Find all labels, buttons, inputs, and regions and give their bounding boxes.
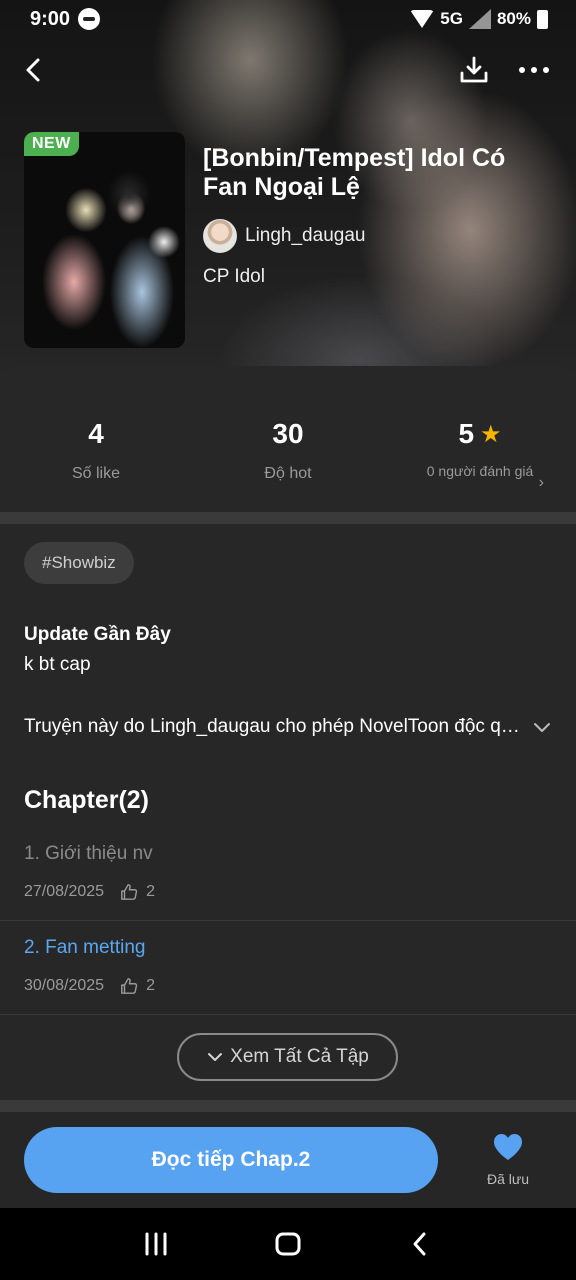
status-time: 9:00 — [30, 7, 71, 30]
permission-text: Truyện này do Lingh_daugau cho phép Nove… — [24, 716, 524, 737]
section-divider — [0, 1100, 576, 1112]
home-icon — [275, 1232, 301, 1256]
cover-image[interactable] — [24, 132, 185, 348]
author-name[interactable]: Lingh_daugau — [245, 225, 365, 247]
chapter-meta: 30/08/2025 2 — [24, 977, 155, 995]
system-nav-bar — [0, 1208, 576, 1280]
do-not-disturb-icon — [78, 8, 101, 30]
battery-icon — [537, 9, 548, 29]
stat-likes: 4 Số like — [0, 416, 192, 483]
continue-reading-button[interactable]: Đọc tiếp Chap.2 — [24, 1127, 438, 1193]
download-button[interactable] — [452, 48, 496, 92]
status-indicators: 5G 80% — [410, 0, 548, 38]
saved-label: Đã lưu — [486, 1171, 530, 1187]
recents-icon — [145, 1232, 167, 1256]
chapter-title: 1. Giới thiệu nv — [24, 843, 153, 864]
see-all-label: Xem Tất Cả Tập — [230, 1046, 369, 1067]
chevron-down-icon[interactable] — [530, 716, 554, 740]
bottom-action-bar: Đọc tiếp Chap.2 Đã lưu — [0, 1112, 576, 1208]
likes-label: Số like — [71, 465, 121, 482]
thumb-up-icon — [121, 884, 138, 900]
back-icon — [26, 58, 40, 82]
download-icon — [460, 56, 488, 83]
chapter-title: 2. Fan metting — [24, 937, 146, 958]
signal-icon — [468, 9, 491, 29]
home-button[interactable] — [268, 1226, 308, 1262]
author-avatar[interactable] — [203, 219, 237, 253]
battery-percent: 80% — [496, 9, 531, 28]
more-button[interactable] — [512, 48, 556, 92]
chapter-date: 27/08/2025 — [24, 883, 105, 900]
new-badge: NEW — [24, 132, 79, 156]
update-title: Update Gần Đây — [24, 624, 171, 645]
back-button[interactable] — [12, 48, 56, 92]
recents-button[interactable] — [136, 1226, 176, 1262]
network-type: 5G — [440, 9, 463, 28]
update-text: k bt cap — [24, 654, 91, 675]
likes-value: 4 — [88, 418, 104, 449]
chapter-likes: 2 — [146, 883, 155, 900]
top-actions — [0, 48, 576, 92]
stat-hot: 30 Độ hot — [192, 416, 384, 483]
hot-label: Độ hot — [264, 465, 312, 482]
rating-label: 0 người đánh giá — [426, 463, 534, 479]
chapter-likes: 2 — [146, 977, 155, 994]
stats-row: 4 Số like 30 Độ hot 5 ★ 0 người đánh giá… — [0, 366, 576, 512]
rating-value: 5 — [458, 418, 475, 449]
thumb-up-icon — [121, 978, 138, 994]
status-bar: 9:00 5G 80% — [0, 0, 576, 38]
chevron-right-icon[interactable]: › — [539, 474, 544, 492]
nav-back-icon — [413, 1232, 426, 1256]
chapter-item[interactable]: 2. Fan metting 30/08/2025 2 — [0, 921, 576, 1015]
chapter-heading: Chapter(2) — [24, 786, 150, 814]
story-category[interactable]: CP Idol — [203, 266, 265, 288]
section-divider — [0, 512, 576, 524]
nav-back-button[interactable] — [400, 1226, 440, 1262]
chapter-item[interactable]: 1. Giới thiệu nv 27/08/2025 2 — [0, 827, 576, 921]
saved-button[interactable]: Đã lưu — [470, 1132, 546, 1187]
story-title: [Bonbin/Tempest] Idol Có Fan Ngoại Lệ — [203, 144, 506, 201]
details-panel: 4 Số like 30 Độ hot 5 ★ 0 người đánh giá… — [0, 366, 576, 1208]
tag-chip[interactable]: #Showbiz — [24, 542, 134, 584]
more-icon — [519, 67, 549, 73]
rating-value-row: 5 ★ — [400, 416, 560, 452]
wifi-icon — [410, 10, 435, 28]
star-icon: ★ — [480, 420, 502, 448]
stat-rating[interactable]: 5 ★ 0 người đánh giá — [400, 416, 560, 481]
author-row[interactable]: Lingh_daugau — [203, 218, 365, 254]
hot-value: 30 — [272, 418, 304, 449]
heart-icon — [494, 1134, 522, 1160]
chevron-down-icon — [208, 1053, 223, 1061]
chapter-date: 30/08/2025 — [24, 977, 105, 994]
see-all-chapters-button[interactable]: Xem Tất Cả Tập — [177, 1033, 398, 1081]
chapter-meta: 27/08/2025 2 — [24, 883, 155, 901]
